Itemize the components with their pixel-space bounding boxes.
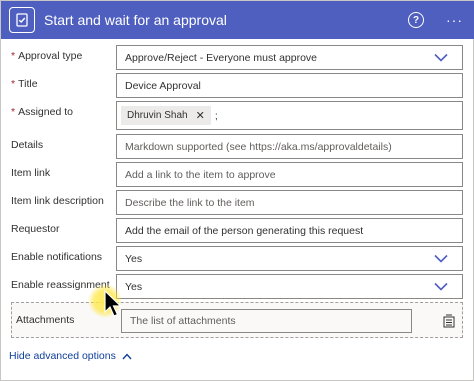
help-circle-icon[interactable]: ?	[408, 12, 424, 28]
details-row: Details Markdown supported (see https://…	[1, 134, 474, 160]
chevron-down-icon	[434, 53, 448, 62]
switch-to-array-icon[interactable]	[442, 314, 456, 328]
assignee-token-name: Dhruvin Shah	[127, 110, 188, 121]
approval-check-icon	[9, 7, 35, 33]
hide-advanced-options-label: Hide advanced options	[9, 350, 116, 362]
token-separator: ;	[214, 109, 218, 122]
attachments-input[interactable]: The list of attachments	[121, 309, 412, 333]
chevron-up-icon	[122, 352, 132, 359]
details-label: Details	[11, 139, 44, 151]
remove-token-icon[interactable]: ✕	[196, 109, 205, 122]
assigned-to-row: * Assigned to Dhruvin Shah ✕ ;	[1, 101, 474, 131]
enable-notifications-dropdown[interactable]: Yes	[116, 246, 463, 271]
assigned-to-label-text: Assigned to	[18, 106, 73, 118]
approval-action-card: Start and wait for an approval ? ··· * Ap…	[0, 0, 474, 381]
mouse-pointer-icon	[104, 290, 122, 317]
requestor-row: Requestor Add the email of the person ge…	[1, 218, 474, 244]
assigned-to-label: * Assigned to	[11, 101, 73, 127]
enable-reassignment-value: Yes	[125, 280, 143, 293]
enable-notifications-label: Enable notifications	[11, 251, 103, 263]
item-link-label: Item link	[11, 167, 51, 179]
item-link-description-label: Item link description	[11, 195, 104, 207]
approval-type-dropdown[interactable]: Approve/Reject - Everyone must approve	[116, 45, 463, 70]
enable-reassignment-dropdown[interactable]: Yes	[116, 274, 463, 299]
approval-type-value: Approve/Reject - Everyone must approve	[125, 51, 318, 64]
enable-notifications-row: Enable notifications Yes	[1, 246, 474, 272]
enable-reassignment-row: Enable reassignment Yes	[1, 274, 474, 300]
item-link-description-input[interactable]: Describe the link to the item	[116, 190, 463, 215]
requestor-label: Requestor	[11, 223, 60, 235]
title-row: * Title Device Approval	[1, 73, 474, 99]
title-label-text: Title	[18, 78, 38, 90]
details-input[interactable]: Markdown supported (see https://aka.ms/a…	[116, 134, 463, 159]
enable-notifications-value: Yes	[125, 252, 143, 265]
attachments-row: Attachments The list of attachments	[11, 302, 463, 338]
item-link-row: Item link Add a link to the item to appr…	[1, 162, 474, 188]
required-marker: *	[11, 78, 16, 90]
attachments-label: Attachments	[16, 314, 75, 326]
required-marker: *	[11, 50, 16, 62]
approval-type-label: * Approval type	[11, 45, 82, 71]
title-input[interactable]: Device Approval	[116, 73, 463, 98]
required-marker: *	[11, 106, 16, 118]
assignee-token[interactable]: Dhruvin Shah ✕	[121, 106, 211, 125]
action-header[interactable]: Start and wait for an approval ? ···	[1, 1, 474, 39]
chevron-down-icon	[434, 282, 448, 291]
item-link-description-row: Item link description Describe the link …	[1, 190, 474, 216]
chevron-down-icon	[434, 254, 448, 263]
title-label: * Title	[11, 73, 38, 99]
approval-type-label-text: Approval type	[18, 50, 83, 62]
approval-type-row: * Approval type Approve/Reject - Everyone…	[1, 45, 474, 71]
requestor-input[interactable]: Add the email of the person generating t…	[116, 218, 463, 243]
action-title: Start and wait for an approval	[44, 12, 227, 28]
hide-advanced-options-link[interactable]: Hide advanced options	[9, 350, 132, 362]
item-link-input[interactable]: Add a link to the item to approve	[116, 162, 463, 187]
assigned-to-input[interactable]: Dhruvin Shah ✕ ;	[116, 101, 463, 130]
more-horizontal-icon[interactable]: ···	[446, 13, 463, 27]
